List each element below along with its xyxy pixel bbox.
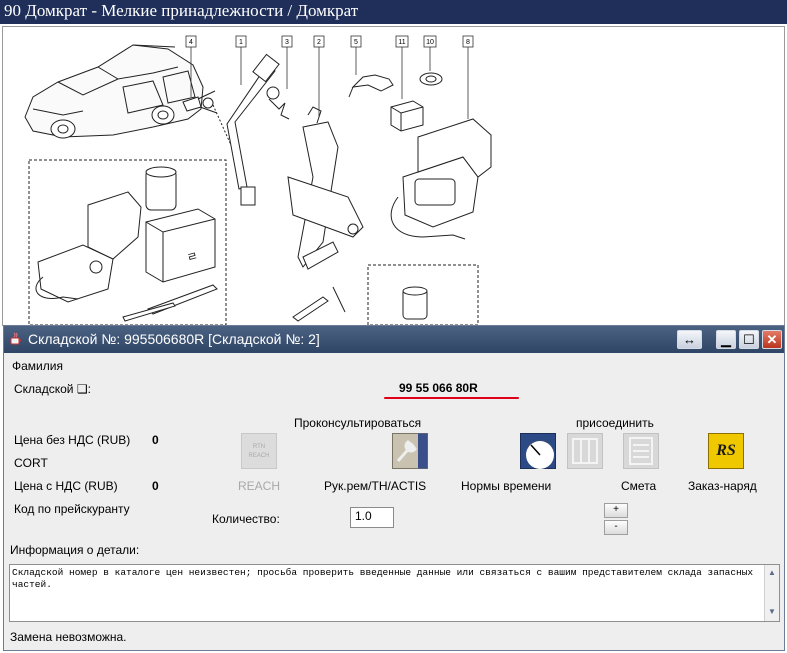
part-details-dialog: Складской №: 995506680R [Складской №: 2]… bbox=[3, 325, 785, 651]
java-cup-icon bbox=[10, 332, 21, 345]
stopwatch-icon bbox=[520, 433, 556, 469]
callout-labels: 4 1 3 2 5 11 10 8 bbox=[185, 35, 474, 48]
minimize-button[interactable]: ▁ bbox=[716, 330, 736, 349]
callout-8[interactable]: 8 bbox=[466, 39, 470, 46]
close-icon: ✕ bbox=[766, 332, 778, 347]
estimate-calculator-icon bbox=[623, 433, 659, 469]
tow-eye-part bbox=[348, 74, 394, 98]
work-order-icon: RS bbox=[716, 442, 736, 459]
attach-grid-icon bbox=[567, 433, 603, 469]
minimize-icon: ▁ bbox=[721, 332, 731, 347]
price-list-code-label: Код по прейскуранту bbox=[14, 502, 130, 516]
small-parts bbox=[292, 286, 428, 322]
wheel-wrench-part bbox=[226, 53, 280, 206]
repair-kit-parts: ㄹ bbox=[35, 166, 218, 322]
part-number-value: 99 55 066 80R bbox=[399, 381, 478, 395]
increment-button[interactable]: + bbox=[604, 503, 628, 518]
reach-button[interactable]: RTN REACH bbox=[241, 433, 277, 469]
callout-4[interactable]: 4 bbox=[189, 39, 193, 46]
price-with-vat-label: Цена с НДС (RUB) bbox=[14, 479, 118, 493]
compressor-kit-part bbox=[390, 118, 492, 240]
repair-manual-icon bbox=[392, 433, 428, 469]
part-number-underline bbox=[384, 397, 519, 399]
scroll-down-icon[interactable]: ▼ bbox=[766, 606, 778, 618]
price-without-vat-value: 0 bbox=[152, 433, 159, 447]
reach-label: REACH bbox=[238, 479, 281, 493]
dialog-title: Складской №: 995506680R [Складской №: 2] bbox=[28, 331, 320, 347]
maximize-button[interactable]: ☐ bbox=[739, 330, 759, 349]
maximize-icon: ☐ bbox=[743, 332, 755, 347]
wing-nut-part bbox=[182, 90, 232, 146]
repair-manual-button[interactable] bbox=[392, 433, 428, 469]
work-order-button[interactable]: RS bbox=[708, 433, 744, 469]
stock-number-label: Складской ❑: bbox=[14, 382, 91, 396]
part-info-scrollbar[interactable]: ▲ ▼ bbox=[764, 565, 779, 621]
part-info-text: Складской номер в каталоге цен неизвесте… bbox=[12, 567, 754, 590]
swap-arrows-icon: ↔ bbox=[683, 332, 696, 347]
repair-manual-label: Рук.рем/TH/ACTIS bbox=[324, 479, 427, 493]
callout-5[interactable]: 5 bbox=[354, 39, 358, 46]
callout-2[interactable]: 2 bbox=[317, 39, 321, 46]
parts-diagram: ㄹ 4 1 3 2 5 11 10 8 bbox=[2, 26, 785, 326]
swap-button[interactable]: ↔ bbox=[677, 330, 702, 349]
reach-icon: RTN REACH bbox=[248, 444, 270, 459]
decrement-button[interactable]: - bbox=[604, 520, 628, 535]
part-info-textarea[interactable]: Складской номер в каталоге цен неизвесте… bbox=[9, 564, 780, 622]
quantity-label: Количество: bbox=[212, 512, 280, 526]
work-order-label: Заказ-наряд bbox=[688, 479, 757, 493]
callout-1[interactable]: 1 bbox=[239, 39, 243, 46]
time-norms-label: Нормы времени bbox=[461, 479, 552, 493]
dialog-titlebar[interactable]: Складской №: 995506680R [Складской №: 2]… bbox=[4, 326, 784, 353]
scroll-up-icon[interactable]: ▲ bbox=[766, 567, 778, 579]
estimate-button[interactable] bbox=[623, 433, 659, 469]
callout-3[interactable]: 3 bbox=[285, 39, 289, 46]
time-norms-button[interactable] bbox=[520, 433, 556, 469]
surname-label: Фамилия bbox=[12, 359, 63, 373]
car-illustration bbox=[24, 44, 204, 139]
parts-diagram-svg: ㄹ 4 1 3 2 5 11 10 8 bbox=[24, 35, 492, 325]
attach-disabled-button-1[interactable] bbox=[567, 433, 603, 469]
consult-label: Проконсультироваться bbox=[294, 416, 422, 430]
price-without-vat-label: Цена без НДС (RUB) bbox=[14, 433, 131, 447]
cort-label: CORT bbox=[14, 456, 48, 470]
callout-10[interactable]: 10 bbox=[426, 39, 434, 46]
status-text: Замена невозможна. bbox=[10, 630, 127, 644]
hook-part bbox=[266, 86, 290, 120]
estimate-label: Смета bbox=[621, 479, 657, 493]
washer-part bbox=[419, 72, 443, 86]
jack-part bbox=[287, 106, 364, 270]
callout-11[interactable]: 11 bbox=[398, 39, 405, 46]
page-title: 90 Домкрат - Мелкие принадлежности / Дом… bbox=[0, 0, 787, 24]
quantity-input[interactable]: 1.0 bbox=[350, 507, 394, 528]
close-button[interactable]: ✕ bbox=[762, 330, 782, 349]
part-info-label: Информация о детали: bbox=[10, 543, 140, 557]
box-part bbox=[390, 100, 424, 132]
price-with-vat-value: 0 bbox=[152, 479, 159, 493]
attach-label: присоединить bbox=[576, 416, 654, 430]
